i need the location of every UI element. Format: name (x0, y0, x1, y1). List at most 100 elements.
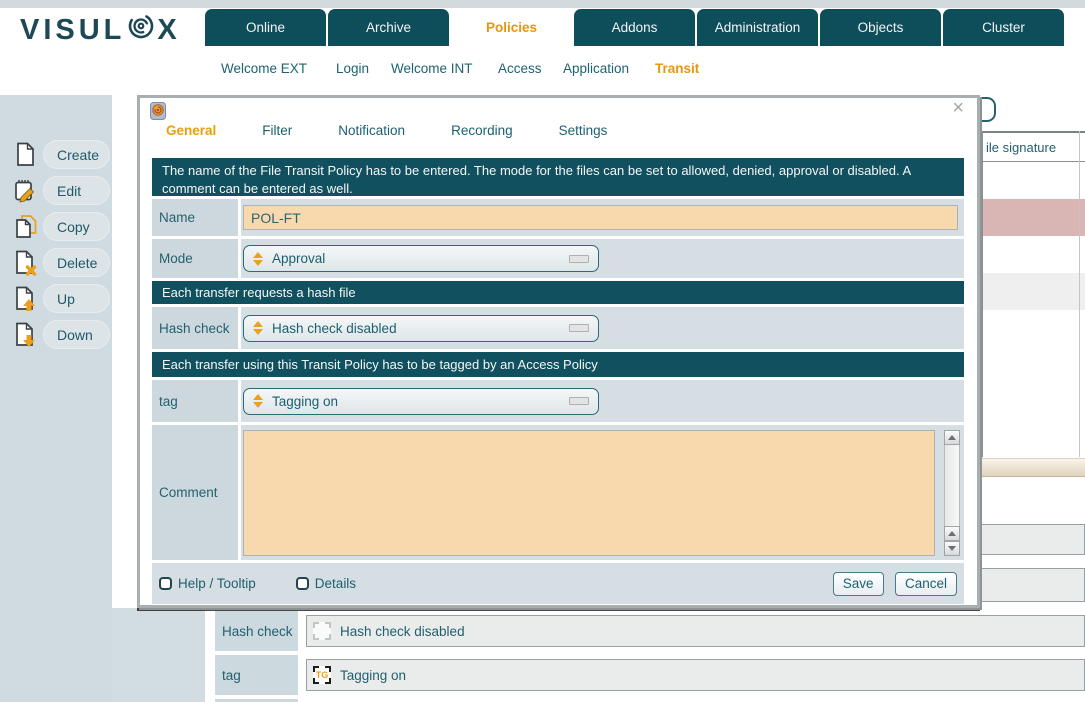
tab-policies[interactable]: Policies (451, 9, 572, 46)
edit-label: Edit (57, 183, 81, 199)
table-row-selected[interactable] (983, 199, 1085, 236)
select-arrows-icon (253, 252, 263, 266)
tab-addons[interactable]: Addons (574, 9, 695, 46)
logo-text-left: VISUL (20, 14, 125, 47)
details-checkbox-group: Details (296, 576, 356, 591)
tab-objects[interactable]: Objects (820, 9, 941, 46)
move-up-icon (14, 286, 38, 317)
dialog-tab-general[interactable]: General (166, 123, 216, 138)
logo-text-right: X (157, 14, 180, 47)
scroll-track[interactable] (944, 445, 960, 526)
select-handle-icon (569, 397, 589, 405)
edit-document-icon (14, 178, 38, 208)
down-button[interactable]: Down (0, 320, 112, 350)
delete-document-icon (14, 250, 38, 281)
tag-select[interactable]: Tagging on (243, 388, 599, 415)
tag-bg-value: Tagging on (340, 668, 406, 683)
background-form-row-hash-check: Hash check Hash check disabled (215, 611, 1085, 651)
select-arrows-icon (253, 321, 263, 335)
name-label: Name (152, 199, 238, 236)
new-document-icon (14, 142, 36, 172)
copy-label: Copy (57, 219, 90, 235)
table-column-divider (1079, 131, 1080, 457)
dialog-tab-settings[interactable]: Settings (559, 123, 608, 138)
dialog-tab-notification[interactable]: Notification (338, 123, 405, 138)
scroll-up-button-bottom[interactable] (944, 526, 960, 541)
tag-row: tag Tagging on (152, 380, 964, 422)
up-button[interactable]: Up (0, 284, 112, 314)
close-icon[interactable]: × (952, 98, 964, 118)
background-form-row-tag: tag TG Tagging on (215, 655, 1085, 695)
hash-check-label: Hash check (152, 307, 238, 349)
copy-button[interactable]: Copy (0, 212, 112, 242)
dialog-tabs: General Filter Notification Recording Se… (166, 123, 607, 138)
table-row[interactable] (983, 162, 1085, 199)
table-row[interactable] (983, 236, 1085, 273)
background-table-header: ile signature (983, 131, 1085, 162)
scroll-up-button[interactable] (944, 430, 960, 445)
create-button[interactable]: Create (0, 140, 112, 170)
tab-cluster[interactable]: Cluster (943, 9, 1064, 46)
tag-label: tag (152, 380, 238, 422)
hash-check-row: Hash check Hash check disabled (152, 307, 964, 349)
details-checkbox[interactable] (296, 577, 309, 590)
background-table: ile signature (982, 131, 1085, 457)
save-button[interactable]: Save (833, 572, 884, 596)
dialog-footer: Help / Tooltip Details Save Cancel (152, 563, 964, 604)
tag-tg-icon: TG (313, 666, 331, 684)
hash-banner: Each transfer requests a hash file (152, 281, 964, 304)
dialog-content: The name of the File Transit Policy has … (152, 158, 964, 604)
tab-administration[interactable]: Administration (697, 9, 818, 46)
sidebar: Create Edit Copy Delete Up Down (0, 95, 112, 702)
hash-check-select[interactable]: Hash check disabled (243, 315, 599, 342)
background-toolbar-fragment (982, 458, 1085, 477)
top-strip (0, 0, 1085, 8)
tab-online[interactable]: Online (205, 9, 326, 46)
subnav-welcome-ext[interactable]: Welcome EXT (221, 61, 307, 76)
tag-banner: Each transfer using this Transit Policy … (152, 352, 964, 377)
name-input[interactable] (243, 205, 958, 230)
subnav-access[interactable]: Access (498, 61, 542, 76)
mode-row: Mode Approval (152, 239, 964, 278)
table-row[interactable] (983, 310, 1085, 457)
table-row[interactable] (983, 273, 1085, 310)
details-label: Details (315, 576, 356, 591)
dialog-tab-recording[interactable]: Recording (451, 123, 513, 138)
subnav-welcome-int[interactable]: Welcome INT (391, 61, 473, 76)
mode-select[interactable]: Approval (243, 245, 599, 272)
comment-row: Comment (152, 425, 964, 560)
subnav-transit[interactable]: Transit (655, 61, 699, 76)
tag-selected-value: Tagging on (272, 394, 338, 409)
help-tooltip-checkbox[interactable] (159, 577, 172, 590)
hash-check-bg-value: Hash check disabled (340, 624, 465, 639)
select-handle-icon (569, 255, 589, 263)
help-tooltip-label: Help / Tooltip (178, 576, 256, 591)
scroll-down-button[interactable] (944, 541, 960, 556)
delete-button[interactable]: Delete (0, 248, 112, 278)
hash-check-selected-value: Hash check disabled (272, 321, 397, 336)
cancel-button[interactable]: Cancel (895, 572, 957, 596)
footer-buttons: Save Cancel (826, 572, 957, 596)
comment-label: Comment (152, 425, 238, 560)
tab-archive[interactable]: Archive (328, 9, 449, 46)
hash-check-bg-label: Hash check (215, 611, 298, 651)
dialog-tab-filter[interactable]: Filter (262, 123, 292, 138)
tag-bg-label: tag (215, 655, 298, 695)
up-label: Up (57, 291, 75, 307)
dialog-app-icon (150, 102, 167, 125)
comment-scrollbar[interactable] (944, 430, 960, 556)
mode-selected-value: Approval (272, 251, 325, 266)
mode-label: Mode (152, 239, 238, 278)
app-window: VISUL X Online Archive Policies Addons A… (0, 0, 1085, 702)
subnav-login[interactable]: Login (336, 61, 369, 76)
edit-button[interactable]: Edit (0, 176, 112, 206)
main-nav: Online Archive Policies Addons Administr… (205, 9, 1064, 46)
visulox-spiral-icon (125, 11, 157, 49)
select-handle-icon (569, 324, 589, 332)
move-down-icon (14, 322, 38, 353)
comment-textarea[interactable] (243, 430, 935, 556)
create-label: Create (57, 147, 99, 163)
disabled-dashed-box-icon (313, 622, 331, 640)
app-logo: VISUL X (20, 11, 181, 49)
subnav-application[interactable]: Application (563, 61, 629, 76)
